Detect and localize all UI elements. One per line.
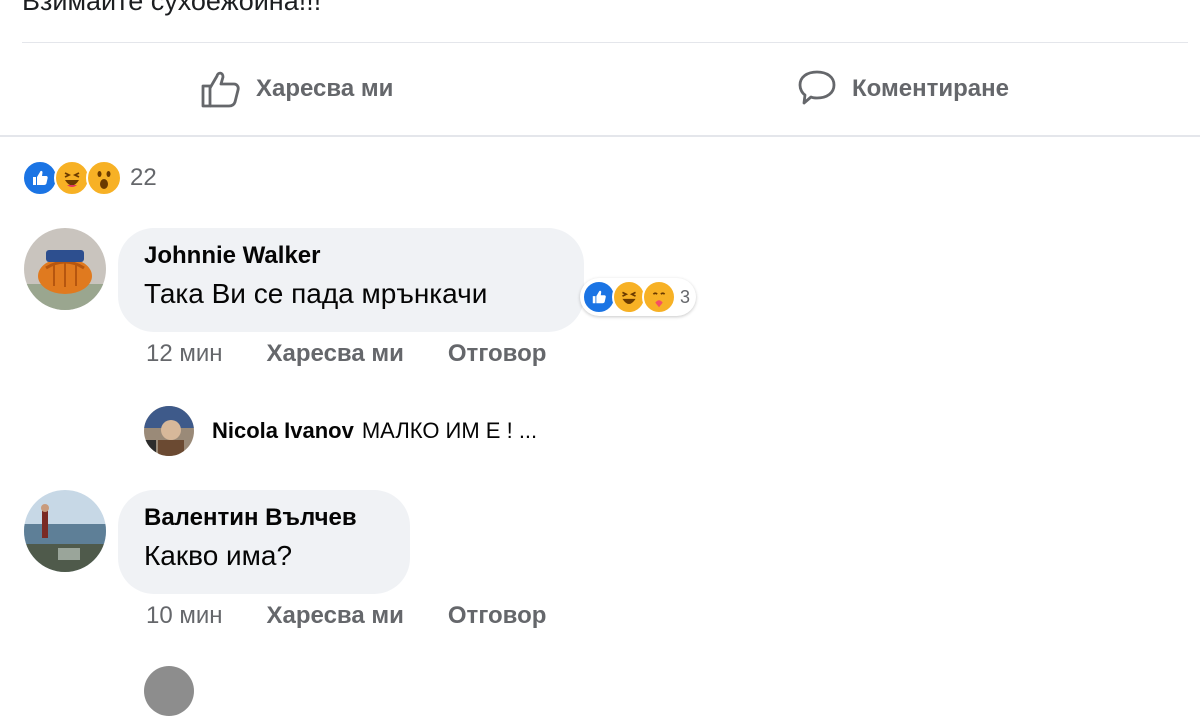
comment-text: Така Ви се пада мрънкачи	[144, 278, 488, 309]
comment-reply-link[interactable]: Отговор	[448, 340, 547, 368]
like-button-label: Харесва ми	[256, 75, 394, 102]
thumbs-up-icon	[201, 71, 240, 108]
avatar[interactable]	[144, 666, 194, 716]
avatar[interactable]	[144, 406, 194, 456]
reaction-count: 22	[130, 164, 157, 191]
comment-like-link[interactable]: Харесва ми	[267, 602, 404, 630]
reply-preview[interactable]: Nicola Ivanov МАЛКО ИМ Е ! ...	[212, 418, 537, 444]
comment-button-label: Коментиране	[852, 75, 1009, 102]
like-button[interactable]: Харесва ми	[200, 65, 393, 113]
care-reaction-icon	[642, 280, 676, 314]
comment-author[interactable]: Johnnie Walker	[144, 242, 558, 270]
reactions-summary[interactable]: 22	[22, 160, 157, 196]
comment-bubble: Валентин Вълчев Какво има?	[118, 490, 410, 594]
post-text: Взимайте сухоежойна!!!	[22, 0, 322, 16]
avatar[interactable]	[24, 228, 106, 310]
comment-author[interactable]: Валентин Вълчев	[144, 504, 384, 532]
post-action-bar: Харесва ми Коментиране	[0, 43, 1200, 135]
comment-time[interactable]: 10 мин	[146, 602, 223, 630]
comment-meta: 12 мин Харесва ми Отговор	[146, 340, 590, 368]
comment-reactions[interactable]: 3	[580, 278, 697, 316]
comment-button[interactable]: Коментиране	[796, 65, 1009, 113]
reply-author: Nicola Ivanov	[212, 418, 354, 443]
wow-reaction-icon	[86, 160, 122, 196]
comment-like-link[interactable]: Харесва ми	[267, 340, 404, 368]
comment-reply-link[interactable]: Отговор	[448, 602, 547, 630]
haha-reaction-icon	[54, 160, 90, 196]
avatar[interactable]	[24, 490, 106, 572]
comment-time[interactable]: 12 мин	[146, 340, 223, 368]
reply-text: МАЛКО ИМ Е ! ...	[361, 418, 538, 443]
divider	[0, 135, 1200, 137]
haha-reaction-icon	[612, 280, 646, 314]
comment-bubble: Johnnie Walker Така Ви се пада мрънкачи	[118, 228, 584, 332]
comment-bubble-icon	[798, 70, 836, 105]
like-reaction-icon	[22, 160, 58, 196]
comment-text: Какво има?	[144, 540, 293, 571]
like-reaction-icon	[582, 280, 616, 314]
comment-meta: 10 мин Харесва ми Отговор	[146, 602, 590, 630]
comment-reaction-count: 3	[680, 286, 691, 307]
